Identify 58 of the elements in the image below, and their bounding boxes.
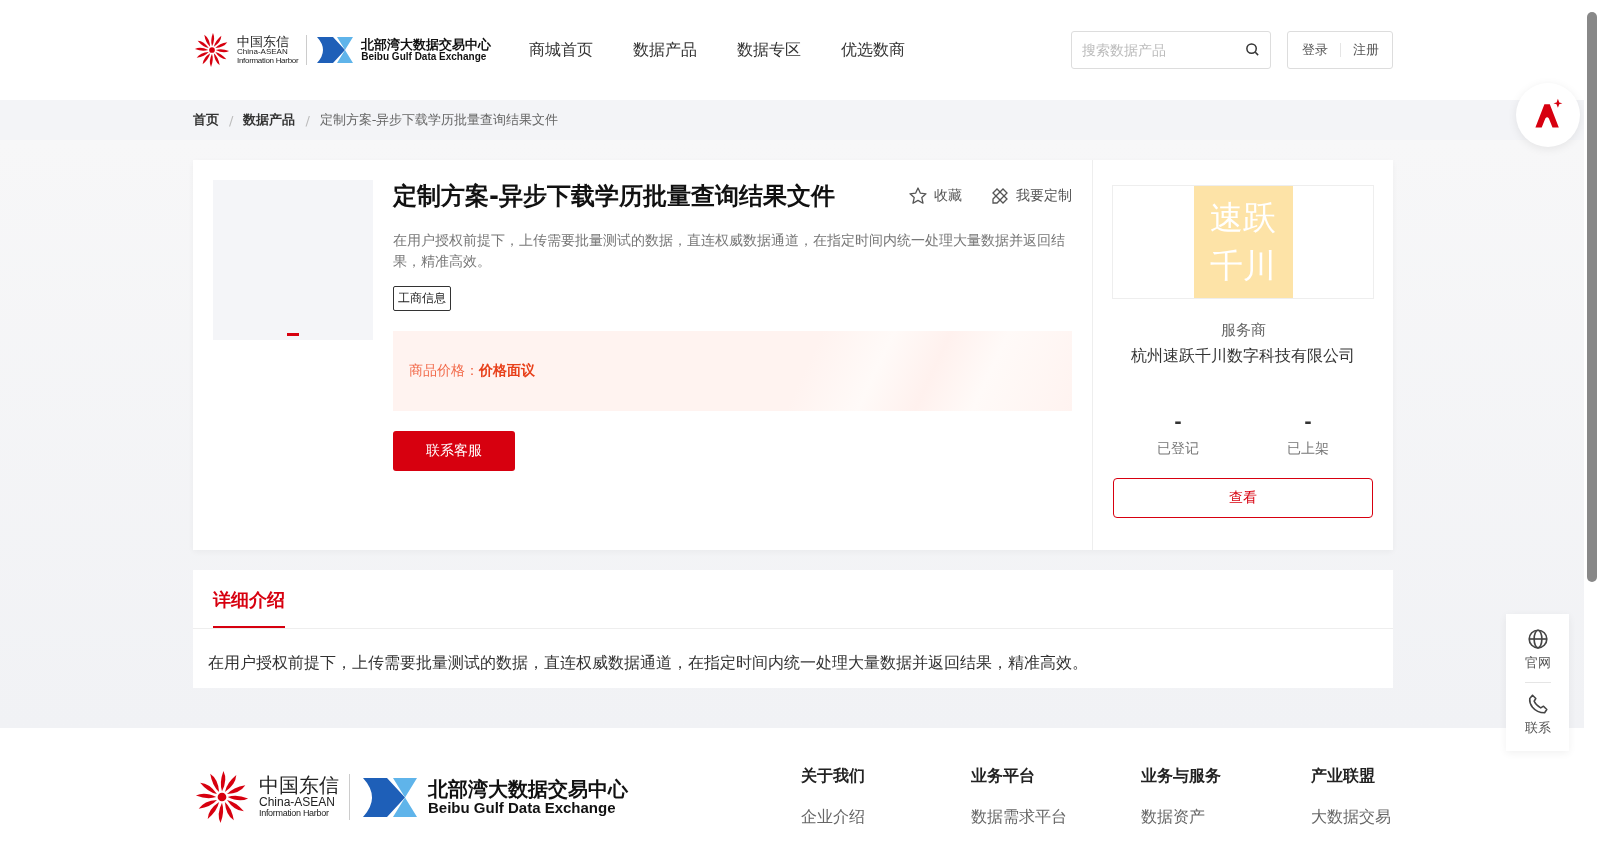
side-link[interactable]: 官网 [1524,622,1551,678]
nav-link[interactable]: 商城首页 [529,39,593,61]
logo-text: Information Harbor [259,809,330,819]
footer-link[interactable]: 企业介绍 [801,807,971,828]
logo-text: Information Harbor [237,56,299,66]
breadcrumb-separator: / [305,112,310,128]
provider-name: 杭州速跃千川数字科技有限公司 [1131,346,1355,367]
search-field[interactable]: 搜索数据产品 [1071,31,1271,69]
breadcrumb-link[interactable]: 首页 [193,111,219,129]
stat-value: - [1304,411,1312,432]
footer-heading: 业务平台 [971,766,1036,787]
globe-icon [1526,628,1549,650]
breadcrumb-link[interactable]: 数据产品 [243,111,296,129]
pencil-ruler-icon [990,186,1010,206]
logo-text: 千川 [1210,245,1276,287]
logo-text: China-ASEAN [259,796,337,810]
logo-text: 北部湾大数据交易中心 [361,37,492,52]
footer-link[interactable]: 数据需求平台 [971,807,1141,828]
logo-text: Beibu Gulf Data Exchange [361,51,487,63]
breadcrumb-separator: / [229,112,234,128]
stat-value: - [1174,411,1182,432]
flower-logo-icon [193,31,231,69]
star-icon [908,186,928,206]
auth-link[interactable]: 注册 [1352,41,1379,59]
action-link[interactable]: 我要定制 [990,186,1072,206]
side-link[interactable]: 联系 [1524,687,1551,743]
detail-text: 在用户授权前提下，上传需要批量测试的数据，直连权威数据通道，在指定时间内统一处理大量数据并返回结果，精准高效。 [207,652,1089,674]
nav-link[interactable]: 优选数商 [841,39,905,61]
product-description: 在用户授权前提下，上传需要批量测试的数据，直连权威数据通道，在指定时间内统一处理大量数据并返回结果，精准高效。 [393,231,1066,271]
contact-button[interactable]: 联系客服 [393,431,515,471]
auth-link[interactable]: 登录 [1301,41,1328,59]
footer-heading: 产业联盟 [1311,766,1376,787]
category-tag: 工商信息 [393,286,451,311]
logo-text: China-ASEAN [237,48,288,57]
footer-link[interactable]: 大数据交易 [1311,807,1393,828]
logo-text: Beibu Gulf Data Exchange [428,799,616,816]
footer-heading: 关于我们 [801,766,866,787]
search-icon[interactable] [1245,42,1260,57]
provider-label: 服务商 [1220,321,1266,340]
action-link[interactable]: 收藏 [908,186,962,206]
nav-link[interactable]: 数据专区 [737,39,801,61]
footer-heading: 业务与服务 [1141,766,1222,787]
detail-tab[interactable]: 详细介绍 [213,570,285,628]
view-button[interactable]: 查看 [1113,478,1373,518]
product-title: 定制方案-异步下载学历批量查询结果文件 [393,181,836,212]
current-page-title: 定制方案-异步下载学历批量查询结果文件 [319,111,559,129]
logo-text: 中国东信 [259,775,339,797]
price-text: 商品价格：价格面议 [409,362,535,380]
logo-text: 北部湾大数据交易中心 [428,778,628,800]
logo-text: 速跃 [1210,197,1276,239]
stat-label: 已登记 [1157,440,1199,458]
logo-text: 中国东信 [237,34,290,49]
flower-logo-icon [193,768,251,826]
footer-link[interactable]: 数据资产 [1141,807,1311,828]
exchange-logo-icon [315,35,356,65]
phone-icon [1526,693,1549,715]
stat-label: 已上架 [1287,440,1329,458]
nav-link[interactable]: 数据产品 [633,39,697,61]
